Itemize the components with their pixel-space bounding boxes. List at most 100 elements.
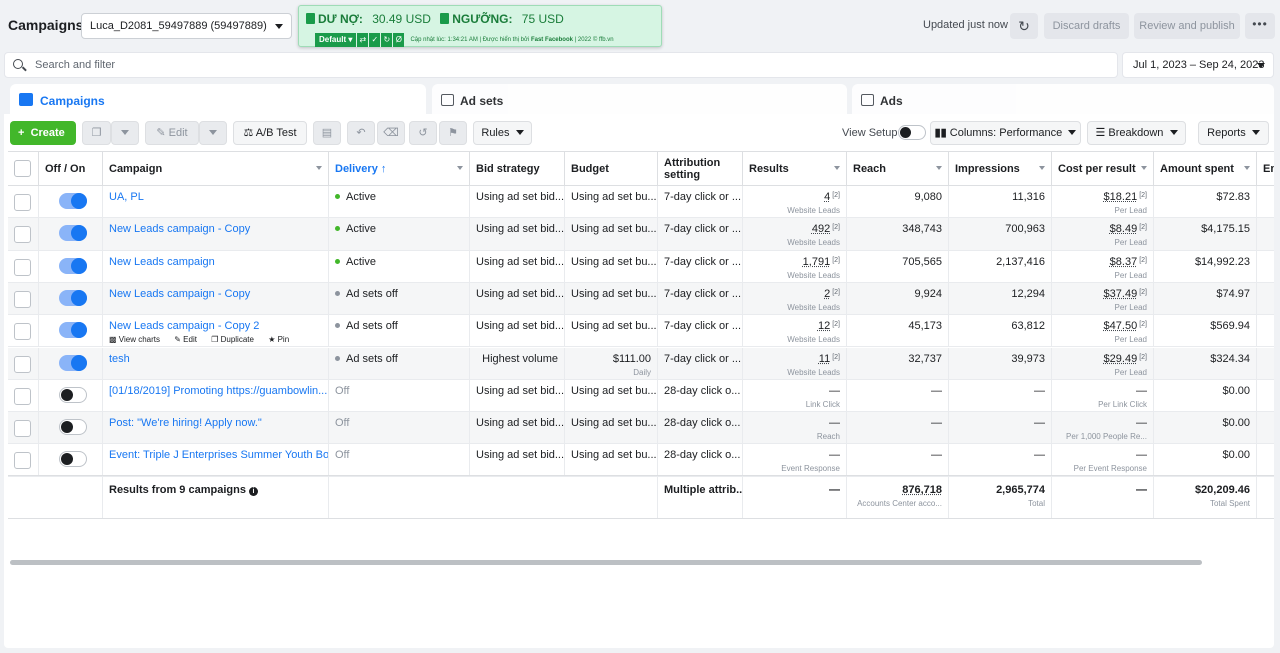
rules-button[interactable]: Rules xyxy=(473,121,532,145)
export-button[interactable]: ↺ xyxy=(409,121,437,145)
campaign-toggle[interactable] xyxy=(59,225,87,242)
table-row[interactable]: New Leads campaign - Copy 2 ▩ View chart… xyxy=(8,315,1274,348)
totals-reach[interactable]: 876,718 xyxy=(853,484,942,496)
row-checkbox[interactable] xyxy=(14,194,31,211)
columns-button[interactable]: ▮▮ Columns: Performance xyxy=(930,121,1081,145)
row-checkbox[interactable] xyxy=(14,355,31,373)
hide-icon[interactable]: Ø xyxy=(392,33,405,47)
campaign-toggle[interactable] xyxy=(59,354,87,371)
col-results[interactable]: Results xyxy=(743,152,847,185)
duplicate-dropdown[interactable] xyxy=(111,121,139,145)
duplicate-link[interactable]: ❐ Duplicate xyxy=(211,335,260,344)
campaign-name-link[interactable]: New Leads campaign - Copy 2 xyxy=(109,320,322,332)
note-brand[interactable]: Fast Facebook xyxy=(531,37,573,43)
results-value[interactable]: 492 xyxy=(812,223,830,235)
cpr-value[interactable]: $29.49 xyxy=(1104,353,1138,365)
campaign-name-link[interactable]: Event: Triple J Enterprises Summer Youth… xyxy=(109,449,328,461)
row-checkbox[interactable] xyxy=(14,420,31,438)
results-value[interactable]: 11 xyxy=(819,353,830,365)
results-value[interactable]: 2 xyxy=(824,288,830,300)
ab-test-button[interactable]: ⚖ A/B Test xyxy=(233,121,307,145)
table-row[interactable]: [01/18/2019] Promoting https://guambowli… xyxy=(8,379,1274,413)
table-row[interactable]: Event: Triple J Enterprises Summer Youth… xyxy=(8,444,1274,477)
cpr-value[interactable]: $37.49 xyxy=(1104,288,1138,300)
pin-link[interactable]: ★ Pin xyxy=(268,335,295,344)
undo-button[interactable]: ↶ xyxy=(347,121,375,145)
sync-icon[interactable]: ↻ xyxy=(380,33,393,47)
horizontal-scrollbar[interactable] xyxy=(10,560,1202,565)
create-button[interactable]: + Create xyxy=(10,121,76,145)
tag-button[interactable]: ⚑ xyxy=(439,121,467,145)
date-range-picker[interactable]: Jul 1, 2023 – Sep 24, 2023 xyxy=(1122,52,1274,78)
results-value[interactable]: 12 xyxy=(818,320,830,332)
campaign-toggle[interactable] xyxy=(59,451,87,468)
cpr-value[interactable]: $8.37 xyxy=(1110,256,1138,268)
table-row[interactable]: UA, PL Active Using ad set bid... Using … xyxy=(8,186,1274,219)
col-bid-strategy[interactable]: Bid strategy xyxy=(470,152,565,185)
refresh-button[interactable]: ↻ xyxy=(1010,13,1038,39)
review-publish-button[interactable]: Review and publish xyxy=(1134,13,1240,39)
campaign-name-link[interactable]: New Leads campaign xyxy=(109,256,322,268)
campaign-name-link[interactable]: tesh xyxy=(109,353,322,365)
delete-button[interactable]: ⌫ xyxy=(377,121,405,145)
duplicate-button[interactable]: ❐ xyxy=(82,121,111,145)
breakdown-button[interactable]: ☰ Breakdown xyxy=(1087,121,1186,145)
table-row[interactable]: New Leads campaign Active Using ad set b… xyxy=(8,250,1274,283)
campaign-toggle[interactable] xyxy=(59,289,87,306)
col-delivery[interactable]: Delivery ↑ xyxy=(329,152,470,185)
campaign-toggle[interactable] xyxy=(59,193,87,209)
table-row[interactable]: Post: "We're hiring! Apply now." Off Usi… xyxy=(8,412,1274,445)
campaign-name-link[interactable]: UA, PL xyxy=(109,191,322,203)
results-value[interactable]: 1,791 xyxy=(803,256,831,268)
search-bar[interactable] xyxy=(4,52,1118,78)
shuffle-icon[interactable]: ⇄ xyxy=(356,33,369,47)
discard-drafts-button[interactable]: Discard drafts xyxy=(1044,13,1129,39)
col-amount-spent[interactable]: Amount spent xyxy=(1154,152,1257,185)
edit-link[interactable]: ✎ Edit xyxy=(174,335,203,344)
campaign-name-link[interactable]: Post: "We're hiring! Apply now." xyxy=(109,417,322,429)
campaign-name-link[interactable]: [01/18/2019] Promoting https://guambowli… xyxy=(109,385,327,397)
campaign-toggle[interactable] xyxy=(59,257,87,274)
edit-dropdown[interactable] xyxy=(199,121,227,145)
tab-ad-sets[interactable]: Ad sets xyxy=(432,84,847,116)
col-ends[interactable]: End xyxy=(1257,152,1274,185)
cpr-value[interactable]: $8.49 xyxy=(1110,223,1138,235)
search-input[interactable] xyxy=(35,53,1105,77)
col-campaign[interactable]: Campaign xyxy=(103,152,329,185)
tab-ads[interactable]: Ads xyxy=(852,84,1274,116)
more-options-button[interactable]: ••• xyxy=(1245,13,1275,39)
campaign-name-link[interactable]: New Leads campaign - Copy xyxy=(109,223,322,235)
col-attribution[interactable]: Attribution setting xyxy=(658,152,743,185)
tab-campaigns[interactable]: Campaigns xyxy=(10,84,426,116)
col-reach[interactable]: Reach xyxy=(847,152,949,185)
row-checkbox[interactable] xyxy=(14,226,31,244)
info-icon[interactable]: i xyxy=(249,487,258,496)
table-row[interactable]: tesh Ad sets off Highest volume $111.00 D… xyxy=(8,347,1274,380)
edit-check-icon[interactable]: ✓ xyxy=(368,33,381,47)
row-checkbox[interactable] xyxy=(14,323,31,341)
select-all-checkbox[interactable] xyxy=(14,160,31,177)
campaign-toggle[interactable] xyxy=(59,419,87,436)
row-checkbox[interactable] xyxy=(14,258,31,276)
account-selector[interactable]: Luca_D2081_59497889 (59497889) xyxy=(81,13,292,39)
edit-button[interactable]: ✎ Edit xyxy=(145,121,199,145)
campaign-name-link[interactable]: New Leads campaign - Copy xyxy=(109,288,322,300)
campaign-toggle[interactable] xyxy=(59,386,87,403)
row-checkbox[interactable] xyxy=(14,387,31,405)
table-row[interactable]: New Leads campaign - Copy Ad sets off Us… xyxy=(8,282,1274,316)
reports-button[interactable]: Reports xyxy=(1198,121,1269,145)
clipboard-button[interactable]: ▤ xyxy=(313,121,341,145)
table-row[interactable]: New Leads campaign - Copy Active Using a… xyxy=(8,218,1274,251)
col-impressions[interactable]: Impressions xyxy=(949,152,1052,185)
mode-dropdown[interactable]: Default ▾ xyxy=(315,33,357,47)
results-value[interactable]: 4 xyxy=(824,191,830,203)
view-setup-toggle[interactable] xyxy=(898,125,926,140)
col-cost-per-result[interactable]: Cost per result xyxy=(1052,152,1154,185)
row-checkbox[interactable] xyxy=(14,290,31,308)
row-checkbox[interactable] xyxy=(14,452,31,470)
cpr-value[interactable]: $47.50 xyxy=(1104,320,1138,332)
cpr-value[interactable]: $18.21 xyxy=(1104,191,1138,203)
campaign-toggle[interactable] xyxy=(59,322,87,339)
col-budget[interactable]: Budget xyxy=(565,152,658,185)
view-charts-link[interactable]: ▩ View charts xyxy=(109,335,166,344)
